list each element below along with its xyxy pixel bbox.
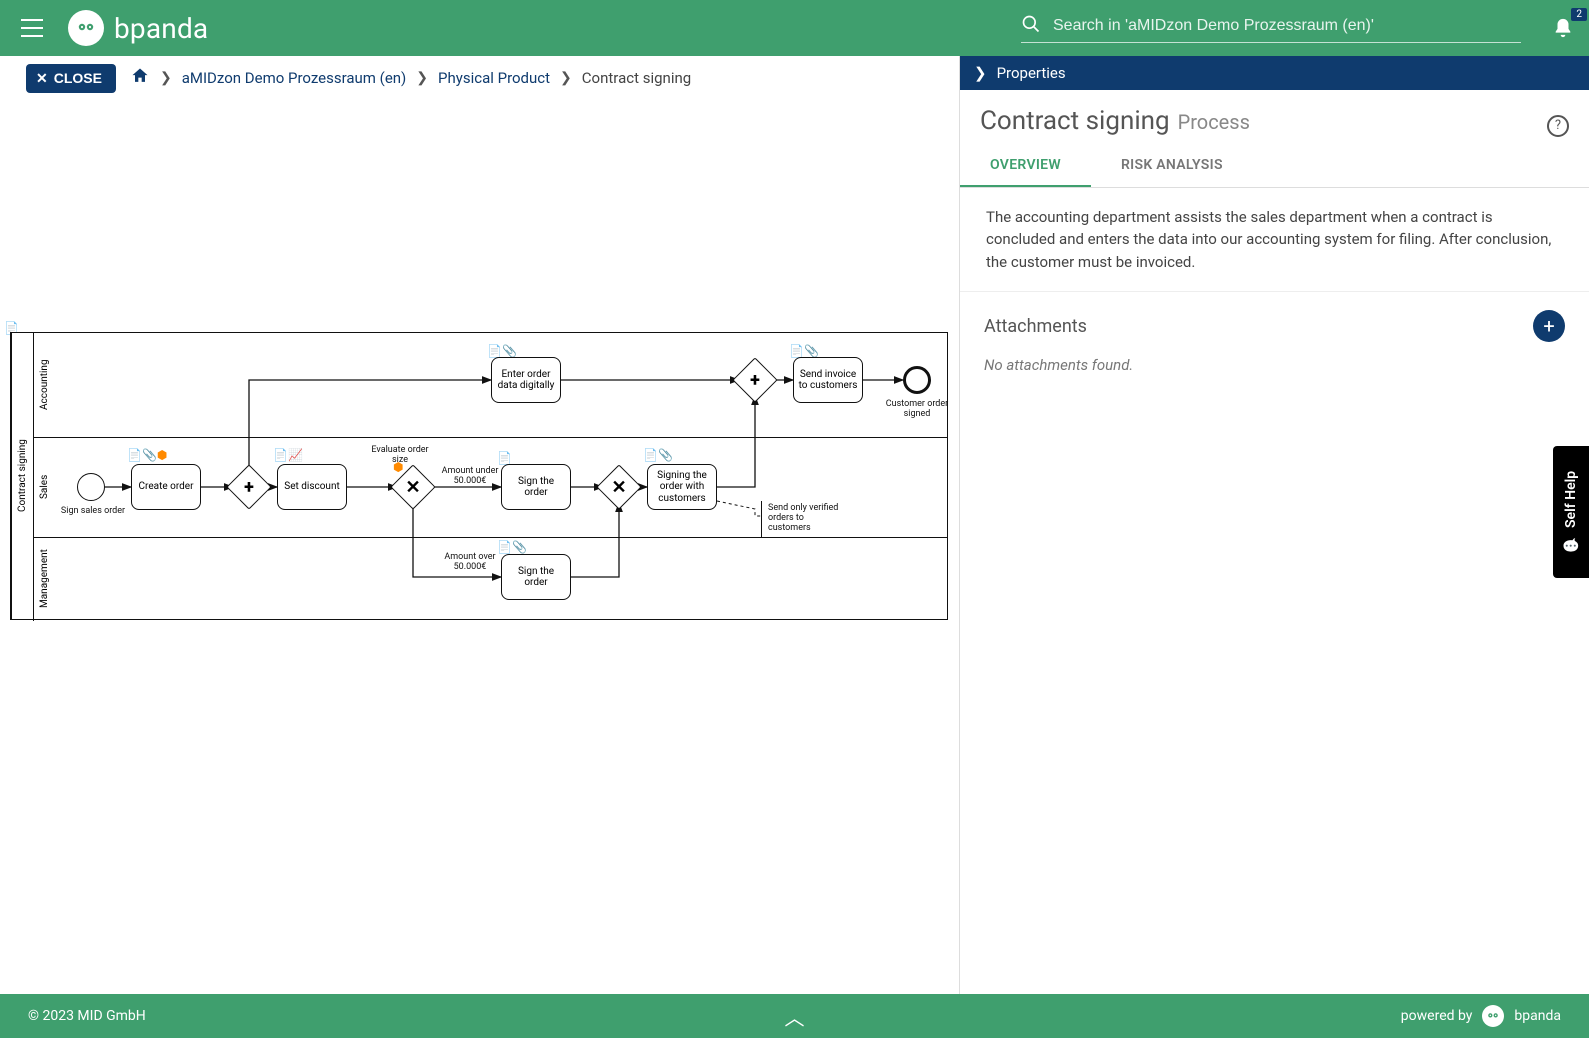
search-container bbox=[1021, 14, 1521, 43]
chevron-right-icon: ❯ bbox=[974, 64, 987, 82]
chevron-up-icon[interactable]: ︿ bbox=[785, 1002, 805, 1031]
gateway-parallel[interactable]: + bbox=[233, 471, 265, 503]
close-icon: ✕ bbox=[36, 70, 48, 87]
app-name: bpanda bbox=[114, 12, 208, 45]
top-bar: bpanda 2 bbox=[0, 0, 1589, 56]
task-send-invoice[interactable]: Send invoice to customers bbox=[793, 357, 863, 403]
task-set-discount[interactable]: Set discount bbox=[277, 464, 347, 510]
text-annotation: Send only verified orders to customers bbox=[761, 501, 845, 537]
add-attachment-button[interactable]: + bbox=[1533, 310, 1565, 342]
search-input[interactable] bbox=[1053, 17, 1521, 35]
edge-label-over: Amount over 50.000€ bbox=[435, 553, 505, 573]
lane-divider bbox=[33, 437, 947, 438]
task-sign-order-mgmt[interactable]: Sign the order bbox=[501, 554, 571, 600]
start-event[interactable] bbox=[77, 473, 105, 501]
chevron-right-icon: ❯ bbox=[160, 70, 172, 86]
edge-label-under: Amount under 50.000€ bbox=[435, 467, 505, 487]
chevron-right-icon: ❯ bbox=[416, 70, 428, 86]
end-event-label: Customer order signed bbox=[885, 400, 949, 420]
pool-label: Contract signing bbox=[11, 333, 33, 619]
logo-icon bbox=[68, 10, 104, 46]
panel-title-row: Contract signing Process ? bbox=[960, 90, 1589, 145]
panel-tabs: OVERVIEW RISK ANALYSIS bbox=[960, 145, 1589, 188]
close-button[interactable]: ✕ CLOSE bbox=[26, 64, 116, 93]
breadcrumb-level1[interactable]: aMIDzon Demo Prozessraum (en) bbox=[182, 69, 407, 87]
process-type-label: Process bbox=[1178, 110, 1250, 134]
properties-header-label: Properties bbox=[997, 64, 1066, 82]
decorators: 📄📎 bbox=[487, 345, 517, 357]
close-label: CLOSE bbox=[54, 70, 102, 86]
powered-by-label: powered by bbox=[1401, 1008, 1473, 1024]
tab-overview[interactable]: OVERVIEW bbox=[960, 145, 1091, 187]
notification-badge: 2 bbox=[1571, 8, 1587, 21]
diagram-canvas[interactable]: 📄 Contract signing Accounting Sales Mana… bbox=[0, 100, 958, 994]
task-create-order[interactable]: Create order bbox=[131, 464, 201, 510]
decorators: 📄📎 bbox=[497, 541, 527, 553]
copyright-text: © 2023 MID GmbH bbox=[28, 1008, 146, 1024]
help-chat-icon: 💬 bbox=[1563, 536, 1579, 553]
chevron-right-icon: ❯ bbox=[560, 70, 572, 86]
process-title: Contract signing bbox=[980, 106, 1170, 136]
attachments-section: Attachments + bbox=[960, 292, 1589, 350]
attachments-empty-text: No attachments found. bbox=[960, 350, 1589, 394]
gateway-parallel-join[interactable]: + bbox=[739, 364, 771, 396]
help-icon[interactable]: ? bbox=[1547, 115, 1569, 137]
decorators: 📄📎 bbox=[789, 345, 819, 357]
powered-by: powered by bpanda bbox=[1401, 1005, 1561, 1027]
start-event-label: Sign sales order bbox=[57, 507, 129, 517]
self-help-button[interactable]: 💬 Self Help bbox=[1553, 446, 1589, 578]
lane-management-label: Management bbox=[33, 537, 55, 621]
decorators: 📄📎⬢ bbox=[127, 449, 167, 461]
gateway-exclusive[interactable]: ✕ bbox=[397, 471, 429, 503]
attachments-title: Attachments bbox=[984, 316, 1087, 337]
app-logo[interactable]: bpanda bbox=[68, 10, 208, 46]
lane-sales-label: Sales bbox=[33, 437, 55, 537]
lane-accounting-label: Accounting bbox=[33, 333, 55, 437]
properties-header[interactable]: ❯ Properties bbox=[960, 56, 1589, 90]
process-description: The accounting department assists the sa… bbox=[960, 188, 1589, 293]
home-icon[interactable] bbox=[130, 66, 150, 90]
self-help-label: Self Help bbox=[1563, 471, 1579, 528]
decorators: 📄📎 bbox=[643, 449, 673, 461]
task-enter-order-data[interactable]: Enter order data digitally bbox=[491, 357, 561, 403]
lane-divider bbox=[33, 537, 947, 538]
search-icon[interactable] bbox=[1021, 14, 1041, 38]
gateway-merge[interactable]: ✕ bbox=[603, 471, 635, 503]
logo-icon bbox=[1482, 1005, 1504, 1027]
breadcrumb-level2[interactable]: Physical Product bbox=[438, 69, 550, 87]
end-event[interactable] bbox=[903, 366, 931, 394]
brand-name: bpanda bbox=[1514, 1008, 1561, 1024]
footer: © 2023 MID GmbH ︿ powered by bpanda bbox=[0, 994, 1589, 1038]
notification-icon[interactable]: 2 bbox=[1549, 14, 1577, 42]
task-sign-order-sales[interactable]: Sign the order bbox=[501, 464, 571, 510]
breadcrumb-current: Contract signing bbox=[582, 69, 691, 87]
decorators: 📄📈 bbox=[273, 449, 303, 461]
properties-panel: ❯ Properties Contract signing Process ? … bbox=[959, 56, 1589, 994]
task-sign-with-customers[interactable]: Signing the order with customers bbox=[647, 464, 717, 510]
bpmn-pool[interactable]: Contract signing Accounting Sales Manage… bbox=[10, 332, 948, 620]
tab-risk-analysis[interactable]: RISK ANALYSIS bbox=[1091, 145, 1253, 187]
menu-icon[interactable] bbox=[12, 8, 52, 48]
document-icon: 📄 bbox=[497, 452, 512, 464]
